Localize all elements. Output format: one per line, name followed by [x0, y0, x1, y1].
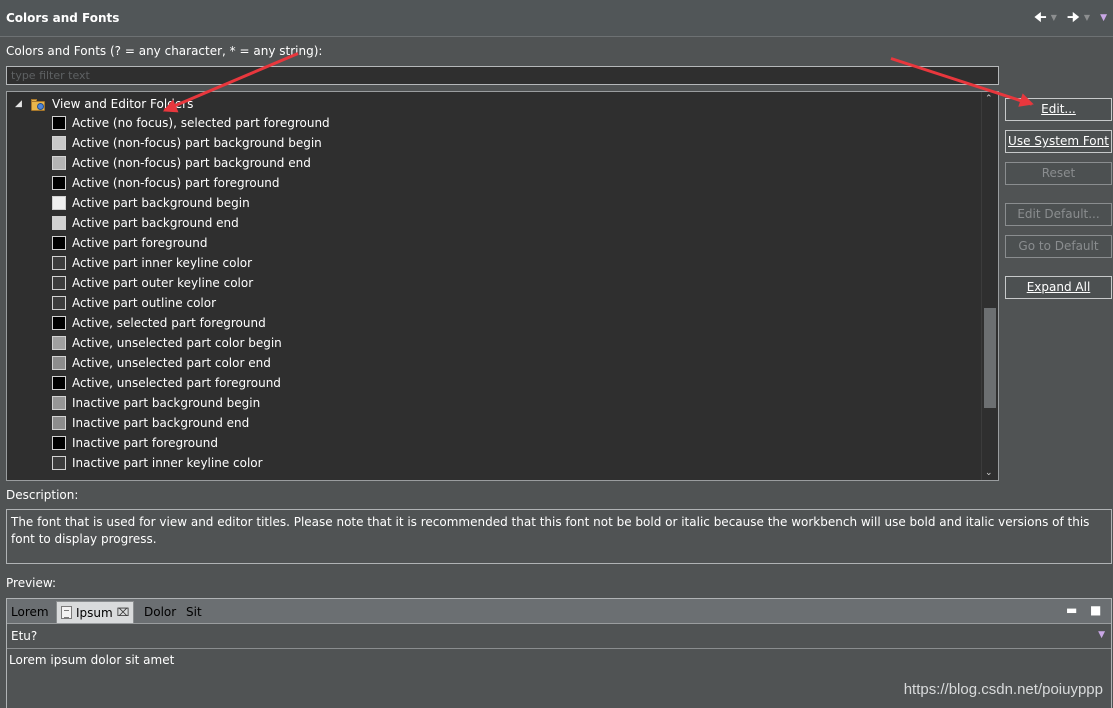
tab-dolor[interactable]: Dolor	[140, 601, 180, 623]
go-to-default-button[interactable]: Go to Default	[1005, 235, 1112, 258]
tree-item-label: Active part background begin	[72, 196, 250, 210]
tree-item[interactable]: Inactive part background end	[52, 413, 330, 433]
tree-item-label: Active (non-focus) part background begin	[72, 136, 322, 150]
folder-icon	[31, 98, 46, 111]
expand-all-button[interactable]: Expand All	[1005, 276, 1112, 299]
tree-item[interactable]: Active part background end	[52, 213, 330, 233]
use-system-font-button[interactable]: Use System Font	[1005, 130, 1112, 153]
maximize-icon[interactable]: ■	[1090, 603, 1101, 617]
tree-item[interactable]: Active part outer keyline color	[52, 273, 330, 293]
tree-item-label: Active part inner keyline color	[72, 256, 253, 270]
tree-item[interactable]: Active, selected part foreground	[52, 313, 330, 333]
color-swatch-icon	[52, 456, 66, 470]
color-swatch-icon	[52, 396, 66, 410]
tree-item-label: Inactive part inner keyline color	[72, 456, 263, 470]
color-swatch-icon	[52, 276, 66, 290]
tree-item[interactable]: Active part background begin	[52, 193, 330, 213]
color-swatch-icon	[52, 256, 66, 270]
preview-label: Preview:	[6, 576, 57, 590]
arrow-left-icon[interactable]: 🠈	[1034, 10, 1047, 26]
description-label: Description:	[6, 488, 79, 502]
tree-items: Active (no focus), selected part foregro…	[52, 113, 330, 473]
tree-item-label: Active (non-focus) part foreground	[72, 176, 280, 190]
tree-item[interactable]: Active part foreground	[52, 233, 330, 253]
nav-controls: 🠈 ▼ 🠊 ▼ ▼	[1034, 10, 1107, 26]
tree-item-label: Active, selected part foreground	[72, 316, 266, 330]
watermark: https://blog.csdn.net/poiuyppp	[903, 681, 1103, 698]
minimize-icon[interactable]: ▬	[1066, 603, 1077, 617]
document-icon	[61, 606, 72, 619]
tree-item[interactable]: Inactive part background begin	[52, 393, 330, 413]
tree-item-label: Inactive part foreground	[72, 436, 218, 450]
tree-item-label: Active part foreground	[72, 236, 208, 250]
tree-item-label: Inactive part background end	[72, 416, 250, 430]
tree-item-label: Active part background end	[72, 216, 239, 230]
scrollbar-thumb[interactable]	[984, 308, 996, 408]
color-swatch-icon	[52, 196, 66, 210]
color-swatch-icon	[52, 356, 66, 370]
tree-item[interactable]: Active (non-focus) part background begin	[52, 133, 330, 153]
tree-item-label: Inactive part background begin	[72, 396, 261, 410]
preview-combo[interactable]: Etu? ▼	[7, 625, 1111, 649]
color-swatch-icon	[52, 216, 66, 230]
description-text: The font that is used for view and edito…	[6, 509, 1112, 564]
arrow-right-icon[interactable]: 🠊	[1067, 10, 1080, 26]
tab-ipsum[interactable]: Ipsum ⌧	[56, 601, 135, 624]
tree-item-label: Active part outer keyline color	[72, 276, 254, 290]
reset-button[interactable]: Reset	[1005, 162, 1112, 185]
color-swatch-icon	[52, 116, 66, 130]
view-menu-icon[interactable]: ▼	[1100, 10, 1107, 26]
tree-item[interactable]: Active (non-focus) part foreground	[52, 173, 330, 193]
tree-item[interactable]: Inactive part foreground	[52, 433, 330, 453]
color-swatch-icon	[52, 236, 66, 250]
tree-item[interactable]: Active (non-focus) part background end	[52, 153, 330, 173]
tree-item[interactable]: Active, unselected part color begin	[52, 333, 330, 353]
tree-item[interactable]: Active part inner keyline color	[52, 253, 330, 273]
chevron-down-icon[interactable]: ▼	[1051, 10, 1057, 26]
color-swatch-icon	[52, 316, 66, 330]
combo-value: Etu?	[11, 629, 38, 643]
scroll-up-icon[interactable]: ⌃	[985, 94, 993, 104]
view-title: Colors and Fonts	[6, 11, 120, 25]
tree-item-label: Active, unselected part foreground	[72, 376, 281, 390]
filter-label: Colors and Fonts (? = any character, * =…	[6, 44, 323, 58]
close-icon[interactable]: ⌧	[117, 602, 130, 624]
color-swatch-icon	[52, 296, 66, 310]
tab-lorem[interactable]: Lorem	[7, 601, 53, 623]
edit-default-button[interactable]: Edit Default...	[1005, 203, 1112, 226]
view-header: Colors and Fonts 🠈 ▼ 🠊 ▼ ▼	[0, 0, 1113, 37]
scroll-down-icon[interactable]: ⌄	[985, 468, 993, 478]
tree-item[interactable]: Active, unselected part foreground	[52, 373, 330, 393]
preview-tabbar: Lorem Ipsum ⌧ Dolor Sit ▬ ■	[7, 599, 1111, 624]
tree-item[interactable]: Active (no focus), selected part foregro…	[52, 113, 330, 133]
tree-item-label: Active (non-focus) part background end	[72, 156, 311, 170]
color-swatch-icon	[52, 376, 66, 390]
filter-input[interactable]	[6, 66, 999, 85]
tree-item-label: Active, unselected part color end	[72, 356, 271, 370]
chevron-down-icon[interactable]: ▼	[1084, 10, 1090, 26]
tree-item[interactable]: Active, unselected part color end	[52, 353, 330, 373]
preview-text: Lorem ipsum dolor sit amet	[9, 653, 175, 667]
tab-ipsum-label: Ipsum	[76, 605, 113, 620]
color-swatch-icon	[52, 436, 66, 450]
color-swatch-icon	[52, 416, 66, 430]
colors-fonts-tree[interactable]: ◢ View and Editor Folders Active (no foc…	[6, 91, 999, 481]
tab-sit[interactable]: Sit	[182, 601, 206, 623]
chevron-down-icon[interactable]: ▼	[1098, 630, 1105, 640]
tree-item-label: Active part outline color	[72, 296, 217, 310]
tree-item[interactable]: Inactive part inner keyline color	[52, 453, 330, 473]
color-swatch-icon	[52, 176, 66, 190]
tree-item-label: Active (no focus), selected part foregro…	[72, 116, 330, 130]
color-swatch-icon	[52, 136, 66, 150]
color-swatch-icon	[52, 336, 66, 350]
tree-item-label: Active, unselected part color begin	[72, 336, 282, 350]
tree-item[interactable]: Active part outline color	[52, 293, 330, 313]
vertical-scrollbar[interactable]: ⌃ ⌄	[981, 92, 998, 480]
color-swatch-icon	[52, 156, 66, 170]
collapse-triangle-icon[interactable]: ◢	[15, 99, 25, 109]
